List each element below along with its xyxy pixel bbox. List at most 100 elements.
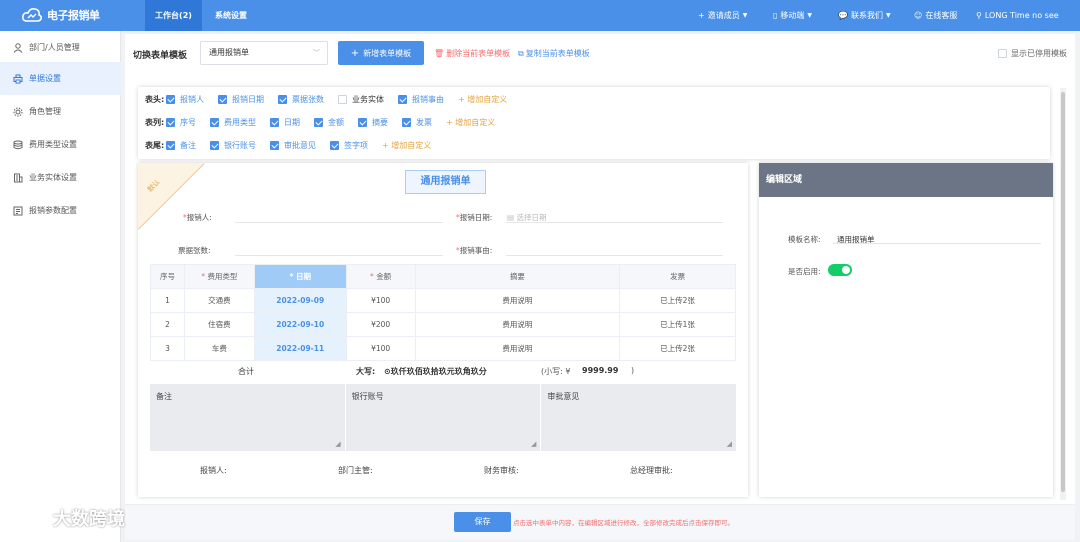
config-icon — [13, 206, 23, 215]
checkbox[interactable] — [338, 94, 347, 104]
resize-handle-icon[interactable]: ◢ — [335, 440, 340, 448]
enabled-switch[interactable] — [828, 264, 852, 276]
signature-dept-head[interactable]: 部门主管: — [338, 465, 373, 476]
sidebar-item-document-settings[interactable]: 单据设置 — [0, 62, 121, 95]
copy-icon: ⧉ — [518, 48, 524, 58]
xiaoxie-label: (小写: ¥ — [541, 367, 571, 376]
field-summary[interactable]: 摘要 — [358, 117, 388, 128]
table-row[interactable]: 2 住宿费 2022-09-10 ¥200 费用说明 已上传1张 — [150, 312, 736, 337]
watermark: 大数跨境 — [8, 505, 125, 531]
checkbox[interactable] — [166, 117, 175, 127]
field-ticket-count[interactable]: 票据张数 — [278, 94, 324, 105]
checkbox[interactable] — [270, 117, 279, 127]
checkbox[interactable] — [166, 140, 175, 150]
field-date[interactable]: 日期 — [270, 117, 300, 128]
expense-table: 序号 * 费用类型 * 日期 * 金额 摘要 发票 1 交通费 2022-09-… — [150, 264, 736, 361]
sidebar-item-business-entity[interactable]: 业务实体设置 — [0, 161, 121, 194]
col-invoice[interactable]: 发票 — [619, 264, 736, 289]
col-date[interactable]: * 日期 — [253, 264, 347, 289]
checkbox[interactable] — [210, 140, 219, 150]
sidebar-item-role-management[interactable]: 角色管理 — [0, 95, 121, 128]
table-row[interactable]: 1 交通费 2022-09-09 ¥100 费用说明 已上传2张 — [150, 288, 736, 313]
tab-system-settings[interactable]: 系统设置 — [205, 0, 257, 31]
field-seq[interactable]: 序号 — [166, 117, 196, 128]
tab-workbench[interactable]: 工作台(2) — [145, 0, 202, 31]
signature-general-manager[interactable]: 总经理审批: — [630, 465, 673, 476]
add-custom-footer-link[interactable]: + 增加自定义 — [382, 140, 431, 151]
checkbox[interactable] — [330, 140, 339, 150]
edit-panel: 编辑区域 模板名称: 通用报销单 是否启用: — [759, 163, 1053, 497]
field-settings-panel: 表头: 报销人 报销日期 票据张数 业务实体 报销事由 + 增加自定义 表列: … — [138, 87, 1050, 159]
bank-account-textarea[interactable]: 银行账号 ◢ — [345, 384, 541, 451]
app-logo[interactable]: 电子报销单 — [22, 7, 100, 23]
sidebar-item-expense-type[interactable]: 费用类型设置 — [0, 128, 121, 161]
save-button[interactable]: 保存 — [454, 512, 511, 532]
delete-template-link[interactable]: 🗑 删除当前表单模板 — [434, 48, 510, 59]
remarks-textarea[interactable]: 备注 ◢ — [150, 384, 345, 451]
col-expense-type[interactable]: * 费用类型 — [183, 264, 255, 289]
watermark-logo-icon — [9, 509, 41, 528]
form-preview: 默认 通用报销单 *报销人: *报销日期: ▤ 选择日期 票据张数: *报销事由… — [138, 163, 748, 497]
signature-reimburser[interactable]: 报销人: — [200, 465, 227, 476]
field-expense-type[interactable]: 费用类型 — [210, 117, 256, 128]
field-business-entity[interactable]: 业务实体 — [338, 94, 384, 105]
add-custom-column-link[interactable]: + 增加自定义 — [446, 117, 495, 128]
add-custom-header-link[interactable]: + 增加自定义 — [458, 94, 507, 105]
new-template-button[interactable]: + 新增表单模板 — [338, 41, 424, 65]
field-approval-opinion[interactable]: 审批意见 — [270, 140, 316, 151]
sidebar-item-reimburse-params[interactable]: 报销参数配置 — [0, 194, 121, 227]
online-service-link[interactable]: ☺ 在线客服 — [914, 0, 957, 31]
switch-template-label: 切换表单模板 — [133, 51, 188, 61]
col-summary[interactable]: 摘要 — [414, 264, 621, 289]
invite-members-menu[interactable]: + 邀请成员 ▼ — [698, 0, 747, 31]
approval-textarea[interactable]: 审批意见 ◢ — [541, 384, 737, 451]
resize-handle-icon[interactable]: ◢ — [727, 440, 732, 448]
field-reimburser[interactable]: 报销人 — [166, 94, 204, 105]
copy-template-link[interactable]: ⧉ 复制当前表单模板 — [518, 48, 590, 59]
col-amount[interactable]: * 金额 — [345, 264, 416, 289]
checkbox[interactable] — [398, 94, 407, 104]
resize-handle-icon[interactable]: ◢ — [531, 440, 536, 448]
xiaoxie-value: 9999.99 — [582, 366, 619, 375]
checkbox[interactable] — [358, 117, 367, 127]
reason-field-label[interactable]: *报销事由: — [456, 245, 492, 256]
checkbox[interactable] — [218, 94, 227, 104]
field-bank-account[interactable]: 银行账号 — [210, 140, 256, 151]
caret-down-icon: ▼ — [885, 12, 891, 19]
checkbox[interactable] — [278, 94, 287, 104]
calendar-icon: ▤ — [507, 213, 515, 222]
user-menu[interactable]: ⚲ LONG Time no see — [976, 0, 1059, 31]
sidebar-item-department-staff[interactable]: 部门/人员管理 — [0, 31, 121, 64]
col-seq[interactable]: 序号 — [150, 264, 185, 289]
form-title[interactable]: 通用报销单 — [405, 170, 486, 194]
table-row[interactable]: 3 车费 2022-09-11 ¥100 费用说明 已上传2张 — [150, 336, 736, 361]
field-reimburse-date[interactable]: 报销日期 — [218, 94, 264, 105]
show-disabled-checkbox[interactable] — [998, 49, 1007, 58]
date-field-label[interactable]: *报销日期: — [456, 212, 492, 223]
scrollbar-thumb[interactable] — [1061, 92, 1065, 492]
print-icon — [13, 74, 23, 83]
checkbox[interactable] — [210, 117, 219, 127]
mobile-menu[interactable]: ▯ 移动端 ▼ — [773, 0, 812, 31]
checkbox[interactable] — [314, 117, 323, 127]
vertical-scrollbar[interactable] — [1060, 88, 1066, 500]
checkbox[interactable] — [166, 94, 175, 104]
ticket-count-label[interactable]: 票据张数: — [178, 245, 211, 256]
field-signature[interactable]: 签字项 — [330, 140, 368, 151]
reimburser-field-label[interactable]: *报销人: — [183, 212, 212, 223]
show-disabled-toggle[interactable]: 显示已停用模板 — [998, 48, 1067, 59]
template-select[interactable]: 通用报销单 ﹀ — [200, 41, 328, 65]
checkbox[interactable] — [270, 140, 279, 150]
plus-icon: + — [698, 11, 705, 20]
sidebar: 部门/人员管理 单据设置 角色管理 费用类型设置 业务实体设置 报销参数配置 — [0, 31, 121, 542]
field-reimburse-reason[interactable]: 报销事由 — [398, 94, 444, 105]
field-amount[interactable]: 金额 — [314, 117, 344, 128]
headset-icon: ☺ — [914, 11, 923, 20]
caret-down-icon: ▼ — [807, 12, 813, 19]
field-invoice[interactable]: 发票 — [402, 117, 432, 128]
save-hint: 点击选中表单中内容，在编辑区域进行修改，全部修改完成后点击保存即可。 — [513, 519, 734, 527]
signature-finance[interactable]: 财务审核: — [484, 465, 519, 476]
field-remarks[interactable]: 备注 — [166, 140, 196, 151]
checkbox[interactable] — [402, 117, 411, 127]
contact-us-menu[interactable]: 💬 联系我们 ▼ — [838, 0, 891, 31]
